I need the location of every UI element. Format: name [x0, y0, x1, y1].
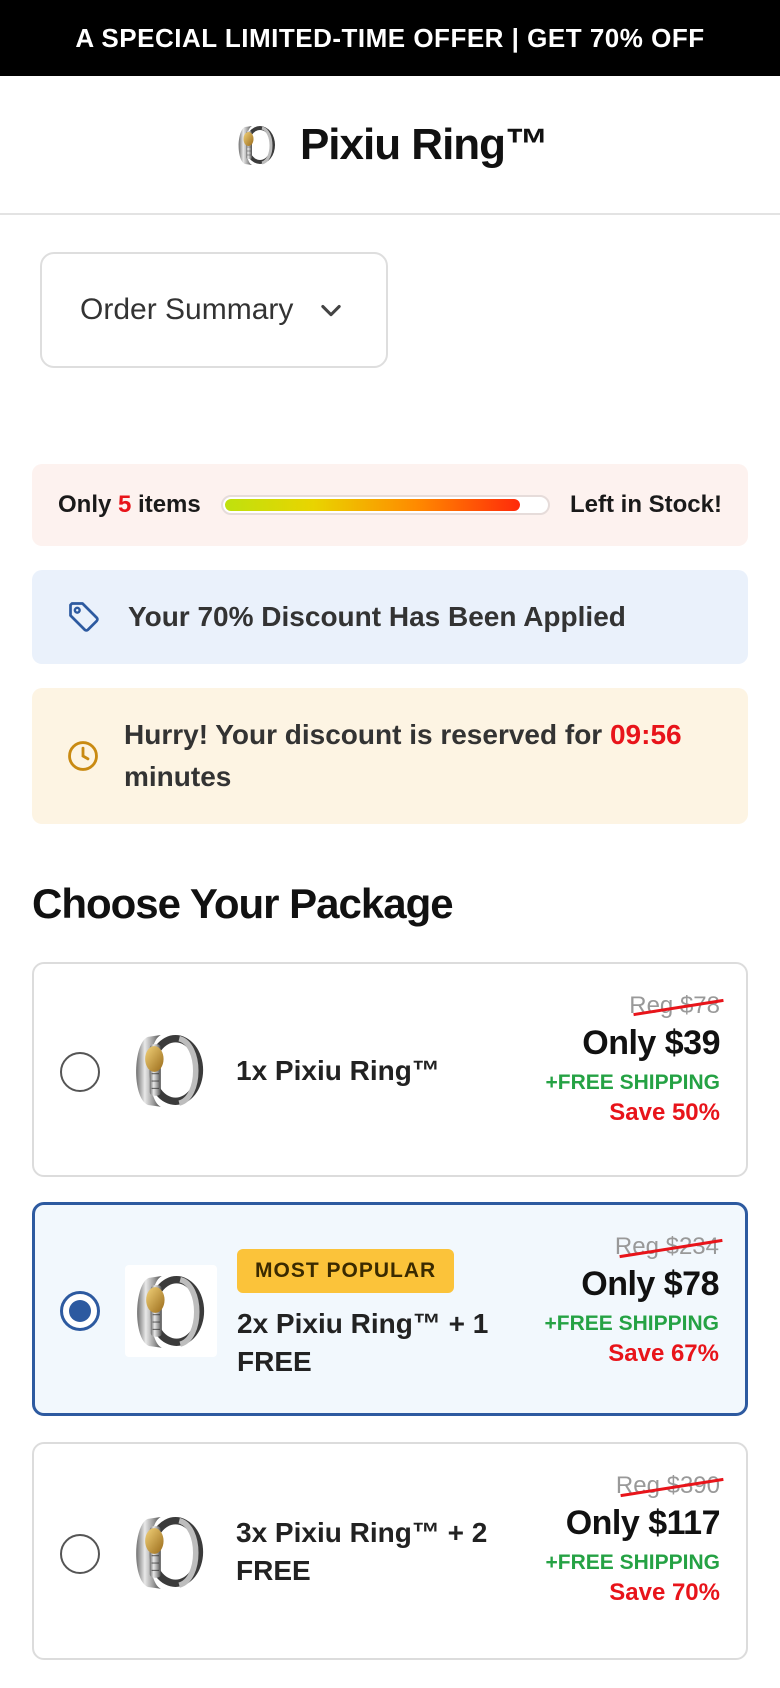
sale-price: Only $78 — [581, 1265, 719, 1303]
savings-label: Save 67% — [608, 1340, 719, 1367]
chevron-down-icon — [321, 304, 342, 317]
countdown-notice: Hurry! Your discount is reserved for 09:… — [32, 688, 748, 824]
stock-progress-fill — [224, 499, 521, 511]
stock-indicator: Only 5 items Left in Stock! — [32, 464, 748, 546]
package-name: 3x Pixiu Ring™ + 2 FREE — [236, 1517, 488, 1586]
shipping-label: +FREE SHIPPING — [545, 1071, 720, 1094]
package-option-2x[interactable]: MOST POPULAR 2x Pixiu Ring™ + 1 FREE Reg… — [32, 1202, 748, 1416]
section-title: Choose Your Package — [32, 880, 454, 927]
stock-count: 5 — [118, 491, 132, 518]
ring-product-image — [124, 1506, 216, 1598]
savings-label: Save 50% — [609, 1099, 720, 1126]
package-price-block: Reg $390 Only $117 +FREE SHIPPING Save 7… — [545, 1472, 721, 1607]
ring-logo-icon[interactable] — [232, 117, 282, 173]
ring-product-image — [124, 1024, 216, 1116]
countdown-suffix: minutes — [124, 761, 232, 792]
shipping-label: +FREE SHIPPING — [545, 1551, 720, 1574]
savings-label: Save 70% — [609, 1579, 720, 1606]
countdown-timer: 09:56 — [609, 719, 682, 750]
package-option-3x[interactable]: 3x Pixiu Ring™ + 2 FREE Reg $390 Only $1… — [32, 1442, 748, 1660]
discount-text: Your 70% Discount Has Been Applied — [128, 601, 626, 632]
stock-suffix: items — [138, 491, 201, 518]
most-popular-badge: MOST POPULAR — [237, 1249, 455, 1293]
package-name: 2x Pixiu Ring™ + 1 FREE — [237, 1308, 489, 1377]
package-radio-selected[interactable] — [60, 1291, 100, 1331]
sale-price: Only $117 — [565, 1504, 721, 1542]
regular-price: Reg $234 — [614, 1233, 719, 1260]
stock-progress-bar — [220, 495, 550, 515]
countdown-text: Hurry! Your discount is reserved for 09:… — [124, 714, 724, 798]
discount-applied-notice: Your 70% Discount Has Been Applied — [32, 570, 748, 664]
package-name: 1x Pixiu Ring™ — [236, 1055, 440, 1086]
sale-price: Only $39 — [582, 1024, 720, 1062]
ring-product-image — [125, 1265, 217, 1357]
package-radio[interactable] — [60, 1534, 100, 1574]
site-header: Pixiu Ring™ — [0, 76, 780, 215]
package-price-block: Reg $234 Only $78 +FREE SHIPPING Save 67… — [544, 1233, 720, 1368]
order-summary-label: Order Summary — [80, 293, 294, 326]
clock-icon — [68, 741, 98, 771]
countdown-message: Hurry! Your discount is reserved for — [124, 719, 603, 750]
shipping-label: +FREE SHIPPING — [544, 1312, 719, 1335]
stock-left-text: Only 5 items — [58, 491, 201, 519]
stock-prefix: Only — [58, 491, 112, 518]
regular-price: Reg $390 — [615, 1472, 720, 1499]
package-radio[interactable] — [60, 1052, 100, 1092]
promo-banner: A SPECIAL LIMITED-TIME OFFER | GET 70% O… — [0, 0, 780, 76]
brand-name[interactable]: Pixiu Ring™ — [300, 120, 549, 170]
order-summary-toggle[interactable]: Order Summary — [40, 252, 388, 368]
stock-right-text: Left in Stock! — [569, 491, 722, 518]
tag-icon — [69, 602, 99, 632]
package-option-1x[interactable]: 1x Pixiu Ring™ Reg $78 Only $39 +FREE SH… — [32, 962, 748, 1177]
promo-text: A SPECIAL LIMITED-TIME OFFER | GET 70% O… — [75, 22, 705, 53]
regular-price: Reg $78 — [629, 992, 720, 1019]
package-price-block: Reg $78 Only $39 +FREE SHIPPING Save 50% — [545, 992, 721, 1127]
